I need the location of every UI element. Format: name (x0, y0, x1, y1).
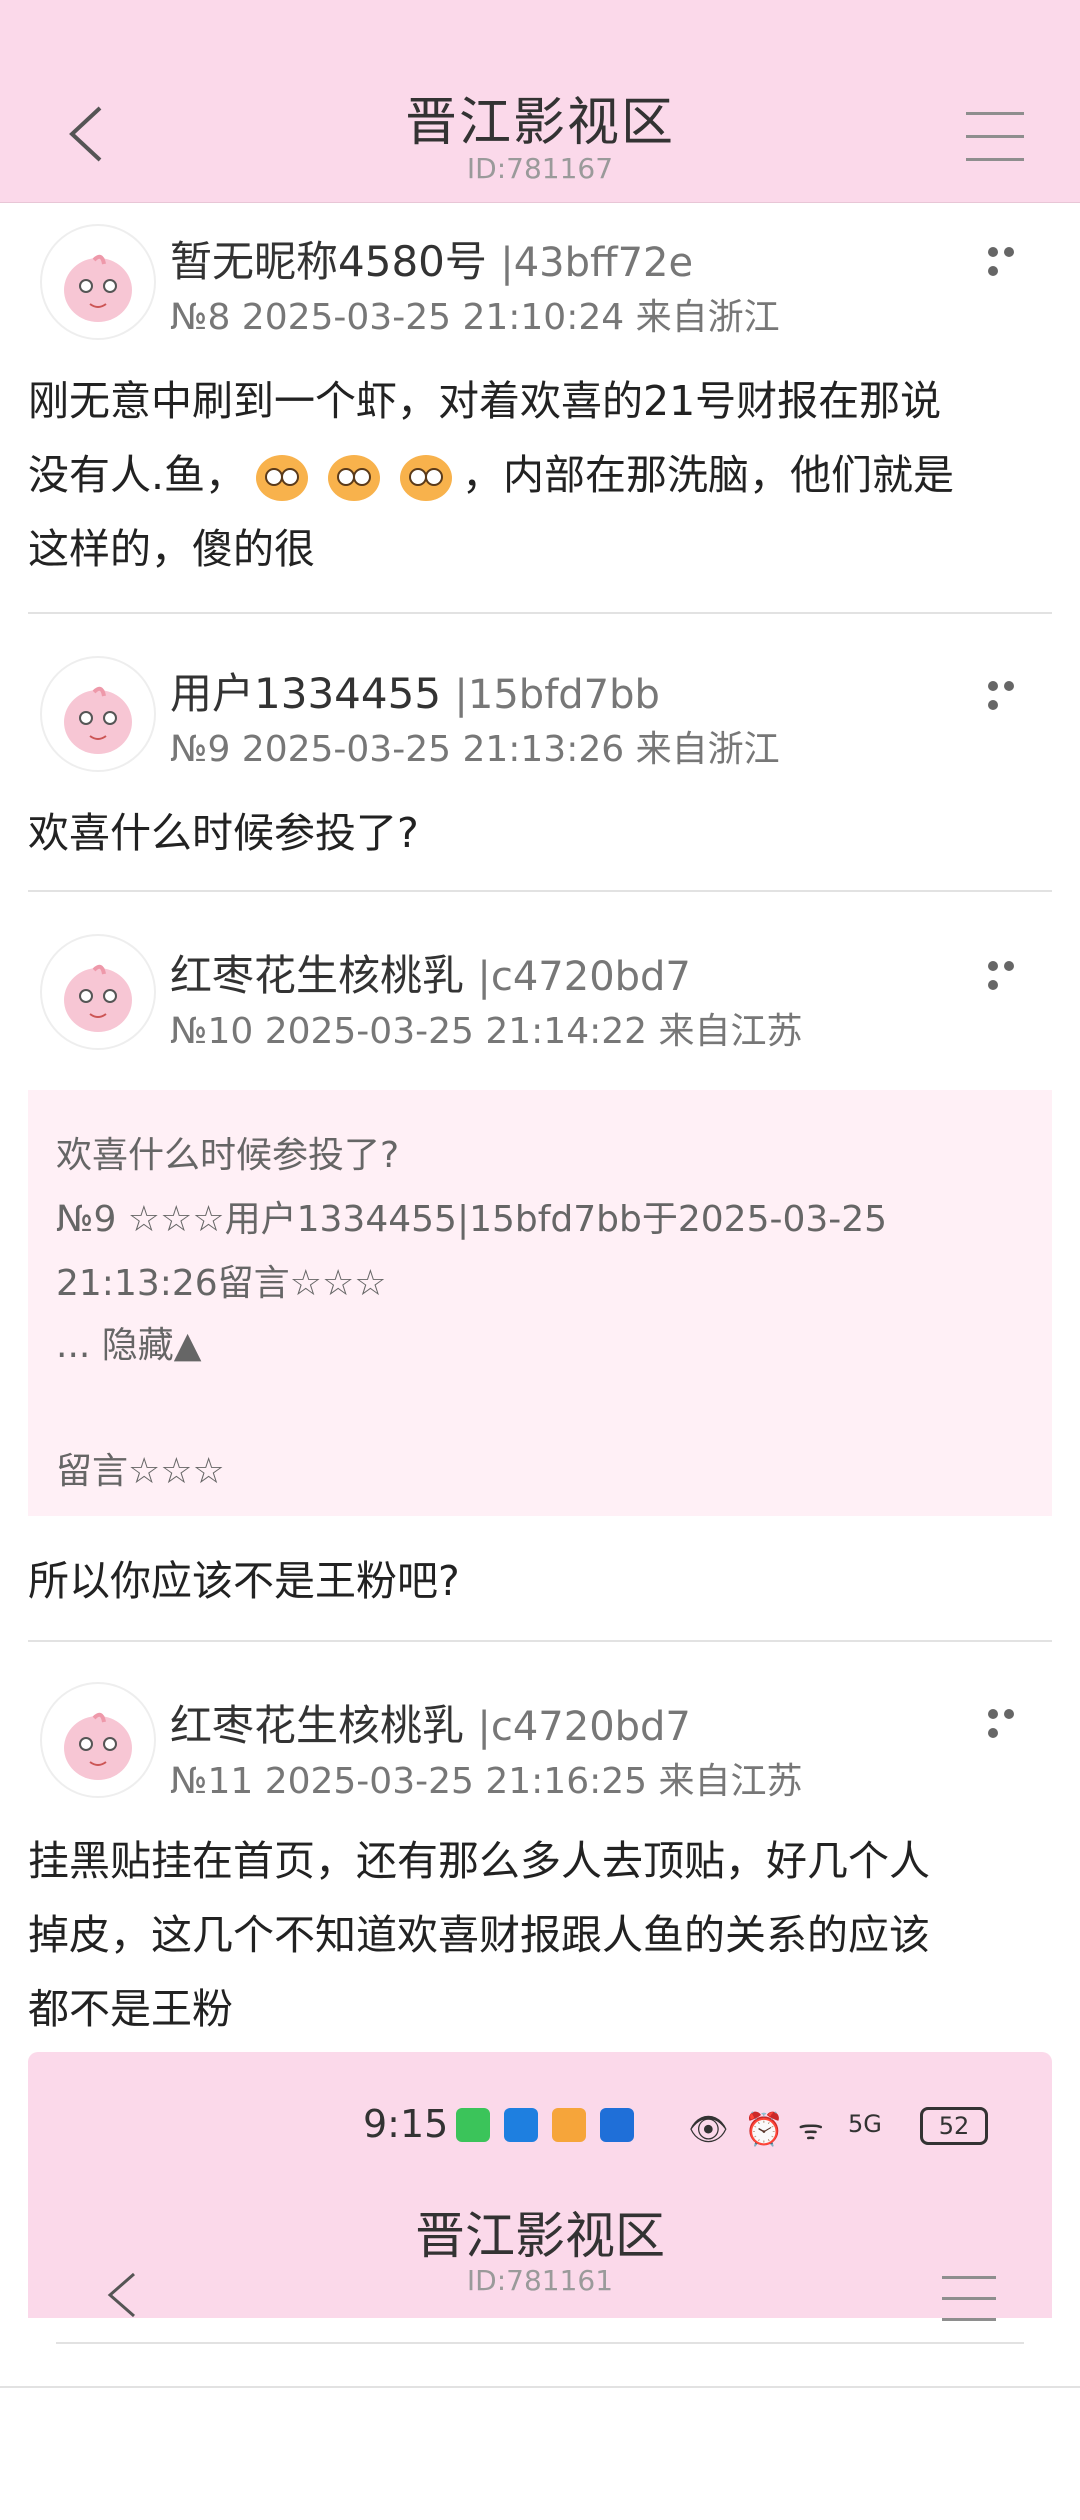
footer-divider (0, 2386, 1080, 2388)
shocked-emoji-icon (400, 455, 453, 501)
divider (28, 612, 1052, 614)
user-hash: |c4720bd7 (477, 954, 691, 1000)
wechat-icon (456, 2108, 490, 2142)
user-hash: |15bfd7bb (454, 672, 660, 718)
quote-footer: 留言☆☆☆ (56, 1451, 225, 1492)
page-title: 晋江影视区 (404, 93, 675, 153)
more-options-icon[interactable] (988, 1704, 1032, 1738)
username[interactable]: 暂无昵称4580号 (170, 237, 487, 286)
divider (56, 2342, 1024, 2344)
quote-source: №9 ☆☆☆用户1334455|15bfd7bb于2025-03-25 (56, 1199, 888, 1240)
jigglypuff-avatar-icon (64, 686, 132, 754)
username[interactable]: 用户1334455 (170, 669, 441, 718)
jigglypuff-avatar-icon (64, 964, 132, 1032)
embedded-forum-id: ID:781161 (466, 2264, 614, 2297)
quoted-reply: 欢喜什么时候参投了? №9 ☆☆☆用户1334455|15bfd7bb于2025… (28, 1090, 1052, 1516)
forum-id: ID:781167 (466, 152, 614, 185)
post-body: 所以你应该不是王粉吧? (28, 1557, 460, 1605)
post-meta: №10 2025-03-25 21:14:22 来自江苏 (170, 1011, 803, 1052)
embedded-screenshot-image[interactable]: 9:15 👁 ⏰ ᯤ 5G 52 晋江影视区 ID:781161 (28, 2052, 1052, 2321)
divider (28, 890, 1052, 892)
shocked-emoji-icon (328, 455, 381, 501)
post-body: 挂黑贴挂在首页，还有那么多人去顶贴，好几个人 掉皮，这几个不知道欢喜财报跟人鱼的… (28, 1837, 930, 2033)
app-icon (552, 2108, 586, 2142)
user-hash: |c4720bd7 (477, 1704, 691, 1750)
more-options-icon[interactable] (988, 676, 1032, 710)
post-body: 刚无意中刷到一个虾，对着欢喜的21号财报在那说 没有人.鱼， ，内部在那洗脑，他们… (28, 377, 955, 573)
post-body: 欢喜什么时候参投了? (28, 809, 419, 857)
avatar[interactable] (40, 934, 156, 1050)
quote-source-time: 21:13:26留言☆☆☆ (56, 1263, 387, 1304)
shocked-emoji-icon (256, 455, 309, 501)
eye-icon: 👁 (688, 2110, 729, 2148)
alipay-icon (504, 2108, 538, 2142)
top-bar: 晋江影视区 ID:781167 (0, 0, 1080, 203)
jigglypuff-avatar-icon (64, 1712, 132, 1780)
username[interactable]: 红枣花生核桃乳 (170, 1701, 464, 1750)
post-meta: №11 2025-03-25 21:16:25 来自江苏 (170, 1761, 803, 1802)
menu-icon (942, 2276, 996, 2339)
divider (28, 1640, 1052, 1642)
hide-toggle[interactable]: ... 隐藏▲ (56, 1316, 201, 1368)
quote-text: 欢喜什么时候参投了? (56, 1135, 400, 1176)
status-time: 9:15 (363, 2102, 449, 2146)
more-options-icon[interactable] (988, 956, 1032, 990)
embedded-title: 晋江影视区 (415, 2207, 665, 2265)
avatar[interactable] (40, 656, 156, 772)
wifi-icon: ᯤ (798, 2113, 824, 2146)
signal-icon: 5G (848, 2110, 882, 2138)
jigglypuff-avatar-icon (64, 254, 132, 322)
more-options-icon[interactable] (988, 242, 1032, 276)
post-meta: №8 2025-03-25 21:10:24 来自浙江 (170, 297, 780, 338)
alarm-icon: ⏰ (744, 2110, 784, 2148)
post-meta: №9 2025-03-25 21:13:26 来自浙江 (170, 729, 780, 770)
avatar[interactable] (40, 224, 156, 340)
username[interactable]: 红枣花生核桃乳 (170, 951, 464, 1000)
app-icon (600, 2108, 634, 2142)
avatar[interactable] (40, 1682, 156, 1798)
battery-icon: 52 (920, 2107, 988, 2145)
user-hash: |43bff72e (500, 240, 694, 286)
menu-icon[interactable] (966, 112, 1024, 164)
